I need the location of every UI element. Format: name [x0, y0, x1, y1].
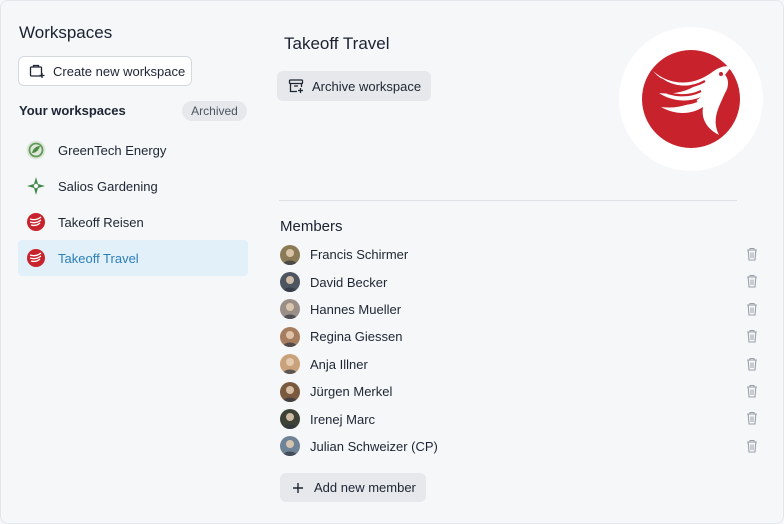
- workspace-item-takeoff-reisen[interactable]: Takeoff Reisen: [18, 204, 248, 240]
- workspace-item-salios-gardening[interactable]: Salios Gardening: [18, 168, 248, 204]
- member-name: Irenej Marc: [310, 411, 376, 427]
- avatar: [280, 436, 300, 457]
- member-name: Anja Illner: [310, 356, 368, 372]
- workspace-logo[interactable]: [619, 27, 763, 171]
- create-workspace-label: Create new workspace: [53, 63, 186, 79]
- archive-workspace-button[interactable]: Archive workspace: [277, 71, 431, 101]
- trash-icon[interactable]: [746, 302, 758, 321]
- member-row: Francis Schirmer: [280, 241, 766, 268]
- page-title: Takeoff Travel: [284, 34, 390, 53]
- divider: [279, 200, 737, 201]
- member-name: David Becker: [310, 274, 388, 290]
- member-row: David Becker: [280, 268, 766, 295]
- workspace-item-takeoff-travel[interactable]: Takeoff Travel: [18, 240, 248, 276]
- avatar: [280, 409, 300, 430]
- trash-icon[interactable]: [746, 247, 758, 266]
- member-name: Francis Schirmer: [310, 247, 409, 263]
- takeoff-logo-icon: [26, 248, 46, 268]
- member-row: Anja Illner: [280, 351, 766, 378]
- avatar: [280, 381, 300, 402]
- avatar: [280, 326, 300, 347]
- add-member-label: Add new member: [314, 480, 416, 495]
- plus-icon: [293, 482, 303, 493]
- sidebar: Workspaces Create new workspace Your wor…: [1, 1, 263, 523]
- trash-icon[interactable]: [746, 274, 758, 293]
- your-workspaces-label: Your workspaces: [19, 103, 126, 118]
- create-workspace-button[interactable]: Create new workspace: [18, 56, 192, 86]
- archive-icon: [288, 79, 304, 93]
- trash-icon[interactable]: [746, 439, 758, 458]
- member-row: Hannes Mueller: [280, 296, 766, 323]
- workspace-item-label: Salios Gardening: [58, 178, 158, 194]
- archive-workspace-label: Archive workspace: [312, 78, 422, 94]
- member-row: Jürgen Merkel: [280, 378, 766, 405]
- member-row: Julian Schweizer (CP): [280, 433, 766, 460]
- trash-icon[interactable]: [746, 411, 758, 430]
- workspace-item-label: GreenTech Energy: [58, 142, 167, 158]
- avatar: [280, 299, 300, 320]
- member-name: Regina Giessen: [310, 329, 403, 345]
- avatar: [280, 272, 300, 293]
- takeoff-logo-icon: [26, 212, 46, 232]
- takeoff-logo-icon: [642, 50, 740, 148]
- trash-icon[interactable]: [746, 357, 758, 376]
- archived-filter-button[interactable]: Archived: [182, 101, 247, 121]
- member-row: Irenej Marc: [280, 405, 766, 432]
- avatar: [280, 354, 300, 375]
- member-name: Hannes Mueller: [310, 301, 402, 317]
- workspace-list: GreenTech Energy Salios Gardening Takeof…: [18, 132, 248, 276]
- app-window: Workspaces Create new workspace Your wor…: [0, 0, 784, 524]
- trash-icon[interactable]: [746, 329, 758, 348]
- member-row: Regina Giessen: [280, 323, 766, 350]
- member-name: Jürgen Merkel: [310, 384, 393, 400]
- members-title: Members: [280, 218, 343, 235]
- salios-logo-icon: [26, 176, 46, 196]
- add-folder-icon: [29, 64, 45, 78]
- trash-icon[interactable]: [746, 384, 758, 403]
- member-list: Francis Schirmer David Becker Hannes Muell…: [280, 241, 766, 460]
- workspace-item-greentech-energy[interactable]: GreenTech Energy: [18, 132, 248, 168]
- avatar: [280, 244, 300, 265]
- add-member-button[interactable]: Add new member: [280, 473, 426, 502]
- greentech-logo-icon: [26, 140, 46, 160]
- main-panel: Takeoff Travel Archive workspace Members…: [263, 1, 783, 523]
- workspace-item-label: Takeoff Reisen: [58, 214, 144, 230]
- sidebar-title: Workspaces: [19, 23, 113, 42]
- workspace-item-label: Takeoff Travel: [58, 250, 139, 266]
- member-name: Julian Schweizer (CP): [310, 438, 438, 454]
